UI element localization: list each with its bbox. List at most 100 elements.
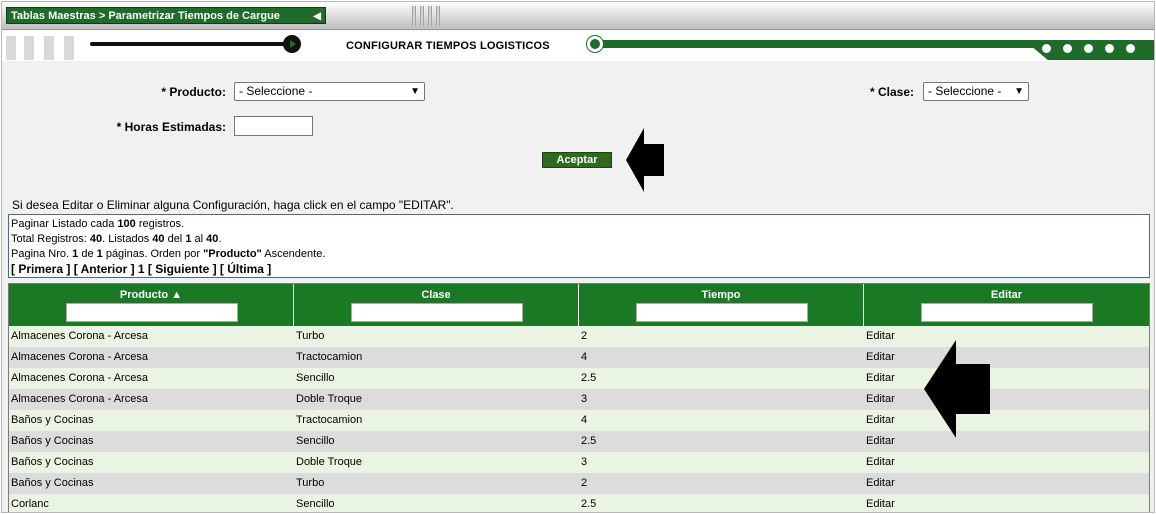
col-tiempo[interactable]: Tiempo — [579, 284, 864, 326]
cell-clase: Turbo — [296, 330, 325, 342]
edit-link[interactable]: Editar — [864, 431, 1149, 452]
clase-select[interactable]: - Seleccione - ▼ — [923, 82, 1029, 101]
page-size: 100 — [117, 218, 136, 230]
order-field: "Producto" — [203, 248, 262, 260]
cell-producto: Almacenes Corona - Arcesa — [11, 351, 148, 363]
filter-tiempo-input[interactable] — [636, 303, 808, 322]
decor-block — [44, 36, 54, 60]
cell-clase: Sencillo — [296, 435, 335, 447]
total-count: 40 — [89, 233, 103, 245]
cell-clase: Tractocamion — [296, 351, 363, 363]
progress-line — [90, 42, 290, 46]
cell-clase: Tractocamion — [296, 414, 363, 426]
clase-label: * Clase: — [869, 85, 914, 99]
col-editar[interactable]: Editar — [864, 284, 1149, 326]
play-icon — [283, 35, 301, 53]
decor-block — [24, 36, 34, 60]
decor-block — [6, 36, 16, 60]
clase-select-value: - Seleccione - — [928, 84, 1002, 98]
header-label[interactable]: Clase — [294, 284, 578, 302]
left-arrow-icon — [626, 128, 664, 192]
cell-clase: Doble Troque — [296, 393, 363, 405]
step-title: CONFIGURAR TIEMPOS LOGISTICOS — [346, 40, 550, 52]
breadcrumb-text: Tablas Maestras > Parametrizar Tiempos d… — [11, 10, 280, 22]
edit-link[interactable]: Editar — [864, 326, 1149, 347]
cell-producto: Baños y Cocinas — [11, 435, 94, 447]
cell-tiempo: 4 — [581, 351, 588, 363]
cell-tiempo: 3 — [581, 456, 588, 468]
top-bar: Tablas Maestras > Parametrizar Tiempos d… — [2, 2, 1154, 30]
text: de — [78, 248, 97, 260]
cell-clase: Doble Troque — [296, 456, 363, 468]
header-label[interactable]: Tiempo — [579, 284, 863, 302]
pagination-line-3: Pagina Nro. 1 de 1 páginas. Orden por "P… — [11, 247, 1147, 262]
text: registros. — [135, 218, 185, 230]
cell-tiempo: 3 — [581, 393, 588, 405]
text: Total Registros: — [11, 233, 90, 245]
cell-tiempo: 2 — [581, 477, 588, 489]
accept-button[interactable]: Aceptar — [542, 152, 612, 168]
col-clase[interactable]: Clase — [294, 284, 579, 326]
cell-clase: Sencillo — [296, 498, 335, 510]
decor-block — [64, 36, 74, 60]
to-count: 40 — [206, 233, 219, 245]
text: del — [164, 233, 186, 245]
horas-label: * Horas Estimadas: — [116, 120, 226, 134]
text: Pagina Nro. — [11, 248, 73, 260]
edit-link[interactable]: Editar — [864, 452, 1149, 473]
filter-editar-input[interactable] — [921, 303, 1093, 322]
filter-producto-input[interactable] — [66, 303, 238, 322]
cell-producto: Baños y Cocinas — [11, 477, 94, 489]
edit-link[interactable]: Editar — [864, 410, 1149, 431]
text: Paginar Listado cada — [11, 218, 118, 230]
cell-producto: Baños y Cocinas — [11, 456, 94, 468]
pagination-nav[interactable]: [ Primera ] [ Anterior ] 1 [ Siguiente ]… — [11, 262, 1147, 277]
app-frame: Tablas Maestras > Parametrizar Tiempos d… — [1, 1, 1155, 513]
horas-input[interactable] — [234, 116, 313, 136]
dots-icon — [1042, 44, 1147, 56]
header-label[interactable]: Producto — [120, 289, 168, 301]
pagination-line-1: Paginar Listado cada 100 registros. — [11, 217, 1147, 232]
pagination-box: Paginar Listado cada 100 registros. Tota… — [8, 214, 1150, 278]
chevron-down-icon: ▼ — [1014, 86, 1024, 97]
hint-text: Si desea Editar o Eliminar alguna Config… — [12, 198, 454, 212]
filter-clase-input[interactable] — [351, 303, 523, 322]
text: . Listados — [102, 233, 153, 245]
producto-label: * Producto: — [161, 85, 226, 99]
edit-link[interactable]: Editar — [864, 494, 1149, 512]
table-header: Producto ▲ Clase Tiempo Editar — [9, 284, 1149, 326]
cell-tiempo: 2 — [581, 330, 588, 342]
table-row: Baños y Cocinas Doble Troque 3 Editar — [9, 452, 1149, 473]
header-label[interactable]: Editar — [864, 284, 1149, 302]
breadcrumb: Tablas Maestras > Parametrizar Tiempos d… — [6, 7, 326, 24]
text: páginas. Orden por — [102, 248, 204, 260]
pagination-line-2: Total Registros: 40. Listados 40 del 1 a… — [11, 232, 1147, 247]
cell-producto: Corlanc — [11, 498, 49, 510]
edit-link[interactable]: Editar — [864, 389, 1149, 410]
col-producto[interactable]: Producto ▲ — [9, 284, 294, 326]
edit-link[interactable]: Editar — [864, 347, 1149, 368]
edit-link[interactable]: Editar — [864, 368, 1149, 389]
cell-tiempo: 2.5 — [581, 372, 597, 384]
chevron-down-icon: ▼ — [410, 86, 420, 97]
cell-clase: Turbo — [296, 477, 325, 489]
cell-tiempo: 2.5 — [581, 498, 597, 510]
cell-producto: Almacenes Corona - Arcesa — [11, 393, 148, 405]
collapse-arrow-icon[interactable]: ◀ — [313, 8, 321, 25]
cell-tiempo: 4 — [581, 414, 588, 426]
grip-icon — [412, 6, 446, 26]
sort-asc-icon: ▲ — [171, 289, 183, 301]
edit-link[interactable]: Editar — [864, 473, 1149, 494]
text: . — [218, 233, 222, 245]
listed-count: 40 — [152, 233, 165, 245]
step-bar: CONFIGURAR TIEMPOS LOGISTICOS — [2, 31, 1154, 61]
left-arrow-icon — [924, 340, 990, 438]
table-row: Corlanc Sencillo 2.5 Editar — [9, 494, 1149, 512]
text: al — [191, 233, 207, 245]
table-row: Baños y Cocinas Turbo 2 Editar — [9, 473, 1149, 494]
text: Ascendente. — [261, 248, 326, 260]
cell-producto: Almacenes Corona - Arcesa — [11, 330, 148, 342]
cell-clase: Sencillo — [296, 372, 335, 384]
producto-select[interactable]: - Seleccione - ▼ — [234, 82, 425, 101]
cell-producto: Baños y Cocinas — [11, 414, 94, 426]
